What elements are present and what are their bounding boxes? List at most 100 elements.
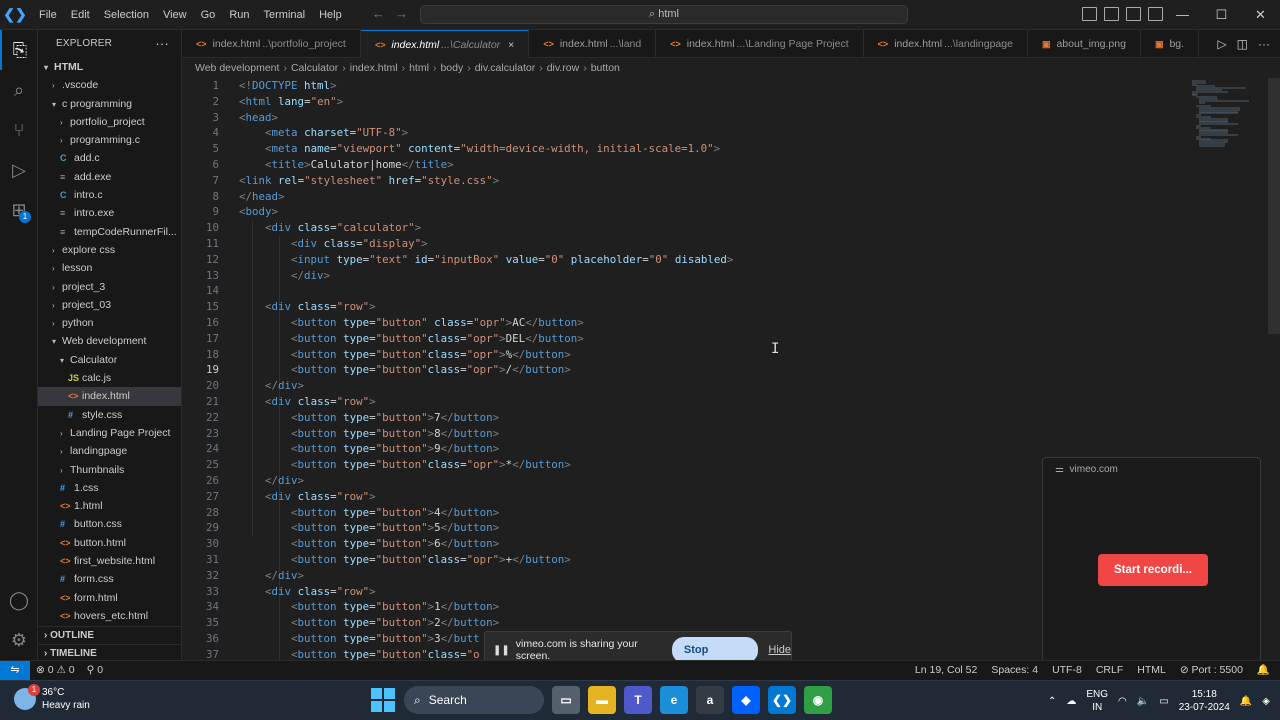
tree-folder[interactable]: › project_3: [38, 278, 181, 296]
code-line[interactable]: 18 <button type="button"class="opr">%</b…: [182, 347, 571, 363]
tree-folder[interactable]: › Thumbnails: [38, 461, 181, 479]
code-line[interactable]: 25 <button type="button"class="opr">*</b…: [182, 457, 571, 473]
tree-file[interactable]: <> hovers_etc.html: [38, 607, 181, 625]
code-line[interactable]: 31 <button type="button"class="opr">+</b…: [182, 552, 571, 568]
code-line[interactable]: 10 <div class="calculator">: [182, 220, 421, 236]
menu-item-help[interactable]: Help: [312, 0, 349, 30]
code-line[interactable]: 27 <div class="row">: [182, 489, 376, 505]
menu-item-go[interactable]: Go: [194, 0, 223, 30]
code-line[interactable]: 30 <button type="button">6</button>: [182, 536, 499, 552]
editor-tab[interactable]: ▣ bg.: [1141, 30, 1200, 58]
breadcrumb-item[interactable]: div.row: [547, 62, 579, 74]
vscode-taskbar-icon[interactable]: ❮❯: [768, 686, 796, 714]
amazon-icon[interactable]: a: [696, 686, 724, 714]
back-arrow-icon[interactable]: ←: [372, 6, 385, 21]
notifications-icon[interactable]: 🔔: [1257, 661, 1270, 680]
breadcrumb-item[interactable]: body: [440, 62, 463, 74]
code-line[interactable]: 32 </div>: [182, 568, 304, 584]
breadcrumb-item[interactable]: html: [409, 62, 429, 74]
code-line[interactable]: 24 <button type="button">9</button>: [182, 441, 499, 457]
encoding[interactable]: UTF-8: [1052, 661, 1082, 680]
code-line[interactable]: 37 <button type="button"class="o: [182, 647, 480, 660]
onedrive-icon[interactable]: ☁: [1066, 696, 1076, 707]
language-mode[interactable]: HTML: [1137, 661, 1166, 680]
edge-icon[interactable]: e: [660, 686, 688, 714]
code-line[interactable]: 5 <meta name="viewport" content="width=d…: [182, 141, 720, 157]
code-line[interactable]: 2 <html lang="en">: [182, 94, 343, 110]
file-explorer-icon[interactable]: ▬: [588, 686, 616, 714]
menu-item-edit[interactable]: Edit: [64, 0, 97, 30]
hide-button[interactable]: Hide: [768, 644, 791, 656]
code-line[interactable]: 16 <button type="button" class="opr">AC<…: [182, 315, 584, 331]
tree-file[interactable]: <> index.html: [38, 387, 181, 406]
menu-item-run[interactable]: Run: [222, 0, 256, 30]
code-line[interactable]: 35 <button type="button">2</button>: [182, 615, 499, 631]
code-line[interactable]: 21 <div class="row">: [182, 394, 376, 410]
editor-tab[interactable]: <> index.html ...\Calculator ×: [360, 30, 530, 58]
battery-icon[interactable]: ▭: [1159, 696, 1168, 707]
code-line[interactable]: 9 <body>: [182, 204, 278, 220]
tree-folder[interactable]: › explore css: [38, 241, 181, 259]
tray-overflow-icon[interactable]: ⌃: [1048, 696, 1056, 707]
copilot-icon[interactable]: ◈: [1262, 696, 1270, 707]
command-center-search[interactable]: ⌕ html: [420, 5, 908, 24]
outline-section[interactable]: › OUTLINE: [38, 626, 181, 644]
tree-folder[interactable]: › Landing Page Project: [38, 424, 181, 442]
toggle-sidebar-icon[interactable]: [1082, 7, 1097, 21]
code-line[interactable]: 7 <link rel="stylesheet" href="style.css"…: [182, 173, 499, 189]
tree-folder[interactable]: › landingpage: [38, 442, 181, 460]
weather-widget[interactable]: 1 36°C Heavy rain: [14, 684, 90, 712]
editor-tab[interactable]: <> index.html ...\land: [529, 30, 657, 58]
accounts-icon[interactable]: ◯: [0, 580, 38, 620]
menu-item-selection[interactable]: Selection: [97, 0, 156, 30]
menu-item-terminal[interactable]: Terminal: [257, 0, 313, 30]
tree-file[interactable]: #1.css: [38, 479, 181, 497]
workspace-root[interactable]: ▾ HTML: [38, 58, 181, 76]
code-line[interactable]: 33 <div class="row">: [182, 584, 376, 600]
tree-folder[interactable]: › lesson: [38, 259, 181, 277]
tree-folder[interactable]: › programming.c: [38, 131, 181, 149]
notification-bell-icon[interactable]: 🔔: [1240, 696, 1252, 707]
tree-file[interactable]: Cadd.c: [38, 149, 181, 167]
breadcrumb-item[interactable]: index.html: [350, 62, 398, 74]
close-tab-icon[interactable]: ×: [508, 39, 514, 51]
code-line[interactable]: 3 <head>: [182, 110, 278, 126]
toggle-secondary-sidebar-icon[interactable]: [1126, 7, 1141, 21]
maximize-button[interactable]: ☐: [1202, 0, 1241, 30]
tree-file[interactable]: <> form.html: [38, 589, 181, 607]
extensions-icon[interactable]: ⊞ 1: [0, 190, 38, 230]
editor-tab[interactable]: <> index.html ...\landingpage: [864, 30, 1028, 58]
wifi-icon[interactable]: ◠: [1118, 696, 1127, 707]
code-line[interactable]: 34 <button type="button">1</button>: [182, 599, 499, 615]
breadcrumb-item[interactable]: button: [591, 62, 620, 74]
code-line[interactable]: 15 <div class="row">: [182, 299, 376, 315]
task-view-icon[interactable]: ▭: [552, 686, 580, 714]
taskbar-search[interactable]: ⌕ Search: [404, 686, 544, 714]
code-line[interactable]: 12 <input type="text" id="inputBox" valu…: [182, 252, 733, 268]
code-line[interactable]: 19 <button type="button"class="opr">/</b…: [182, 362, 571, 378]
code-line[interactable]: 22 <button type="button">7</button>: [182, 410, 499, 426]
tree-folder[interactable]: ▾ c programming: [38, 95, 181, 113]
language-indicator[interactable]: ENG IN: [1086, 688, 1108, 714]
minimize-button[interactable]: —: [1163, 0, 1202, 30]
forward-arrow-icon[interactable]: →: [395, 6, 408, 21]
code-line[interactable]: 11 <div class="display">: [182, 236, 428, 252]
tree-folder[interactable]: ▾ Calculator: [38, 351, 181, 369]
code-line[interactable]: 29 <button type="button">5</button>: [182, 520, 499, 536]
cursor-position[interactable]: Ln 19, Col 52: [915, 661, 977, 680]
source-control-icon[interactable]: ⑂: [0, 110, 38, 150]
tree-file[interactable]: # button.css: [38, 515, 181, 533]
end-of-line[interactable]: CRLF: [1096, 661, 1123, 680]
chrome-icon[interactable]: ◉: [804, 686, 832, 714]
minimap[interactable]: [1192, 78, 1250, 148]
tree-file[interactable]: ≡ tempCodeRunnerFil...: [38, 223, 181, 241]
editor-tab[interactable]: <> index.html ..\portfolio_project: [182, 30, 361, 58]
tree-file[interactable]: # style.css: [38, 406, 181, 424]
volume-icon[interactable]: 🔈: [1137, 696, 1149, 707]
editor-tab[interactable]: ▣ about_img.png: [1028, 30, 1141, 58]
code-line[interactable]: 13 </div>: [182, 268, 330, 284]
code-line[interactable]: 26 </div>: [182, 473, 304, 489]
tree-file[interactable]: # form.css: [38, 570, 181, 588]
code-line[interactable]: 8 </head>: [182, 189, 284, 205]
code-line[interactable]: 4 <meta charset="UTF-8">: [182, 125, 408, 141]
